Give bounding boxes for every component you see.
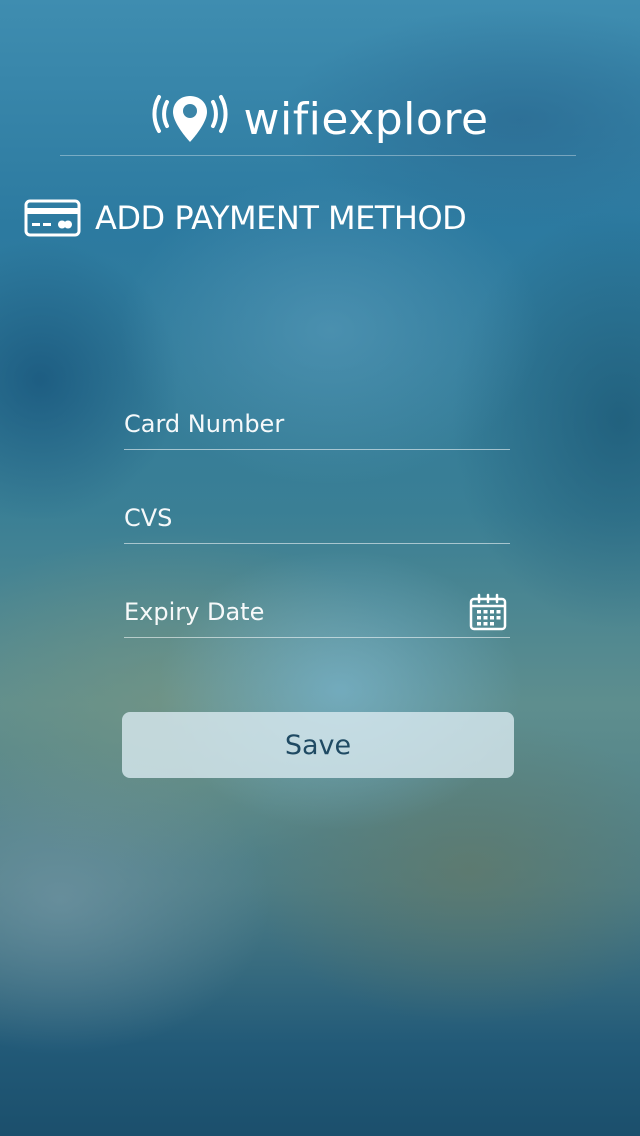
- cvs-field: [124, 492, 510, 544]
- card-number-input[interactable]: [124, 403, 510, 444]
- header-divider: [60, 155, 576, 156]
- expiry-date-field: [124, 586, 510, 638]
- save-button[interactable]: Save: [122, 712, 514, 778]
- page-title: ADD PAYMENT METHOD: [95, 199, 467, 237]
- brand-logo: wifiexplore: [0, 88, 640, 152]
- calendar-icon[interactable]: [468, 592, 508, 632]
- brand-name: wifiexplore: [243, 94, 489, 145]
- wifi-location-pin-icon: [151, 90, 229, 150]
- page-header: ADD PAYMENT METHOD: [24, 192, 467, 244]
- expiry-date-input[interactable]: [124, 591, 468, 632]
- app-screen: wifiexplore ADD PAYMENT METHOD Card Numb…: [0, 0, 640, 1136]
- cvs-input[interactable]: [124, 497, 510, 538]
- card-number-field: [124, 398, 510, 450]
- credit-card-icon: [24, 199, 81, 237]
